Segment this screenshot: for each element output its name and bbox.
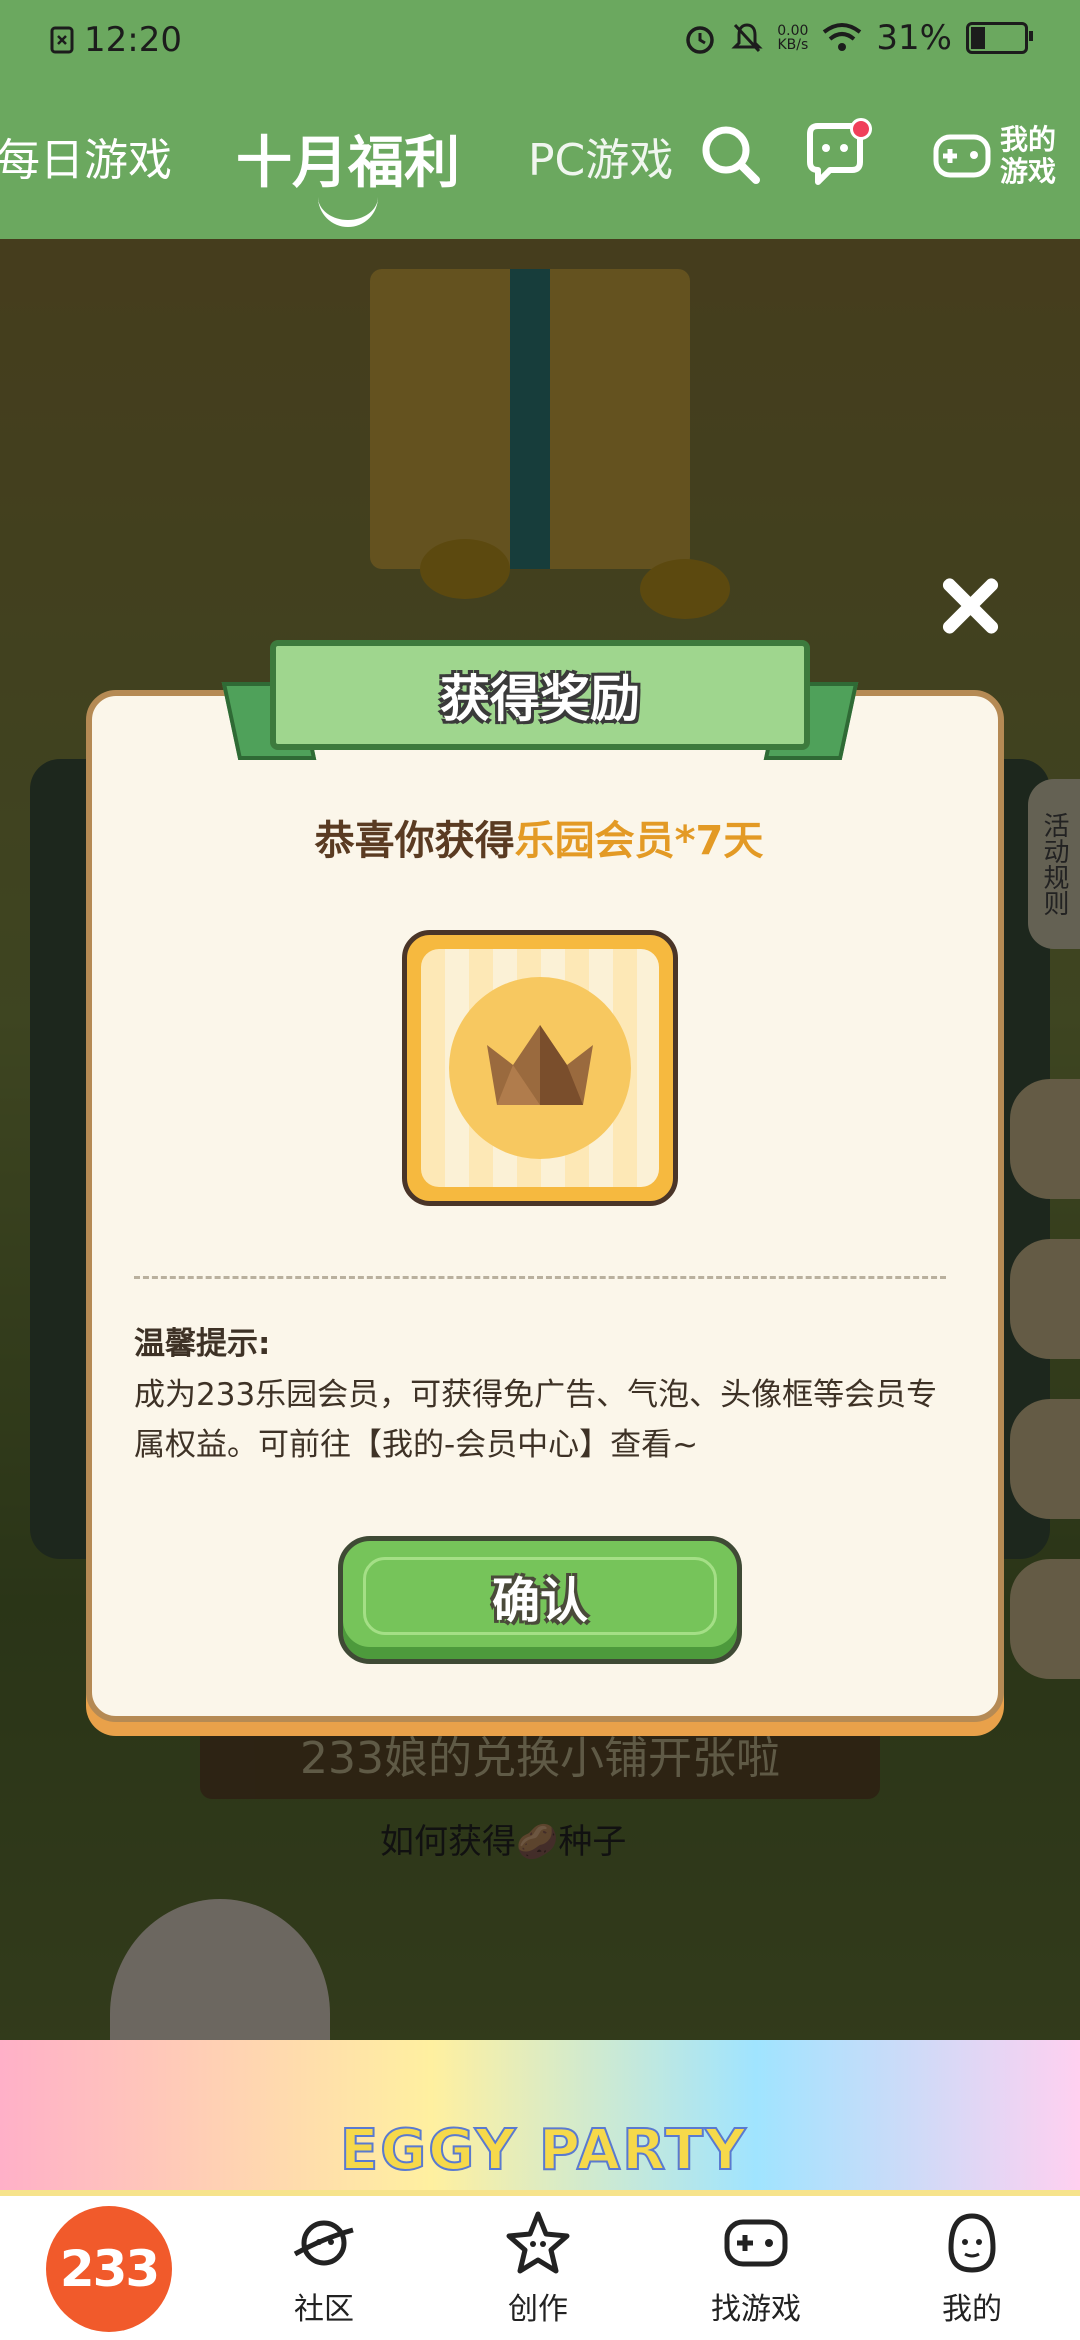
status-time: 12:20: [84, 20, 182, 60]
confirm-button[interactable]: 确认: [338, 1536, 742, 1664]
sim-icon: [50, 26, 74, 54]
network-speed-unit: KB/s: [777, 37, 809, 53]
crown-icon: [487, 1025, 593, 1105]
reward-item-card: [402, 930, 678, 1206]
tab-october-benefits[interactable]: 十月福利: [236, 118, 460, 199]
tip-title: 温馨提示:: [134, 1326, 271, 1362]
my-games-button[interactable]: 我的游戏: [932, 124, 1060, 188]
status-time-group: 12:20: [50, 20, 182, 60]
bottom-nav: 233 社区 创作 找游戏 我的: [0, 2190, 1080, 2340]
nav-community[interactable]: 社区: [264, 2208, 384, 2328]
battery-percent: 31%: [876, 18, 952, 58]
status-icons: 0.00 KB/s 31%: [683, 18, 1033, 58]
confirm-button-inner: 确认: [363, 1557, 717, 1635]
promo-banner[interactable]: EGGY PARTY: [0, 2040, 1080, 2200]
nav-community-label: 社区: [294, 2292, 354, 2327]
congrats-text: 恭喜你获得乐园会员*7天: [86, 808, 992, 866]
home-logo-button[interactable]: 233: [46, 2206, 172, 2332]
nav-find-games[interactable]: 找游戏: [696, 2208, 816, 2328]
congrats-prefix: 恭喜你获得: [314, 818, 515, 864]
dialog-title: 获得奖励: [440, 670, 640, 728]
divider: [134, 1276, 946, 1279]
notification-dot: [850, 118, 872, 140]
status-bar: 12:20 0.00 KB/s 31%: [0, 0, 1080, 84]
reward-name: 乐园会员*7天: [514, 818, 764, 864]
network-speed: 0.00 KB/s: [777, 24, 808, 52]
search-icon[interactable]: [696, 120, 766, 190]
nav-find-games-label: 找游戏: [711, 2292, 801, 2327]
dialog-title-plate: 获得奖励: [270, 640, 810, 750]
nav-me[interactable]: 我的: [912, 2208, 1032, 2328]
tab-daily-games[interactable]: 每日游戏: [0, 124, 172, 188]
dialog-title-banner: 获得奖励: [221, 640, 859, 760]
tip-body: 成为233乐园会员，可获得免广告、气泡、头像框等会员专属权益。可前往【我的-会员…: [134, 1377, 938, 1463]
face-icon: [948, 2213, 996, 2273]
gamepad-icon: [933, 134, 991, 178]
star-icon: [506, 2211, 570, 2274]
nav-create-label: 创作: [508, 2292, 568, 2327]
alarm-icon: [686, 26, 714, 54]
gamepad-icon: [724, 2219, 788, 2267]
planet-icon: [293, 2220, 354, 2266]
nav-me-label: 我的: [942, 2292, 1002, 2327]
promo-text: EGGY PARTY: [339, 2117, 748, 2184]
active-tab-indicator: [318, 196, 378, 227]
close-icon[interactable]: [938, 574, 1002, 638]
tab-pc-games[interactable]: PC游戏: [528, 124, 673, 188]
mute-icon: [731, 23, 763, 53]
network-speed-value: 0.00: [777, 23, 809, 39]
top-nav: 每日游戏 十月福利 PC游戏 我的游戏: [0, 84, 1080, 239]
wifi-icon: [823, 23, 862, 51]
nav-create[interactable]: 创作: [478, 2208, 598, 2328]
my-games-label: 我的游戏: [1000, 123, 1057, 188]
battery-icon: [966, 22, 1033, 54]
confirm-label: 确认: [491, 1573, 588, 1629]
